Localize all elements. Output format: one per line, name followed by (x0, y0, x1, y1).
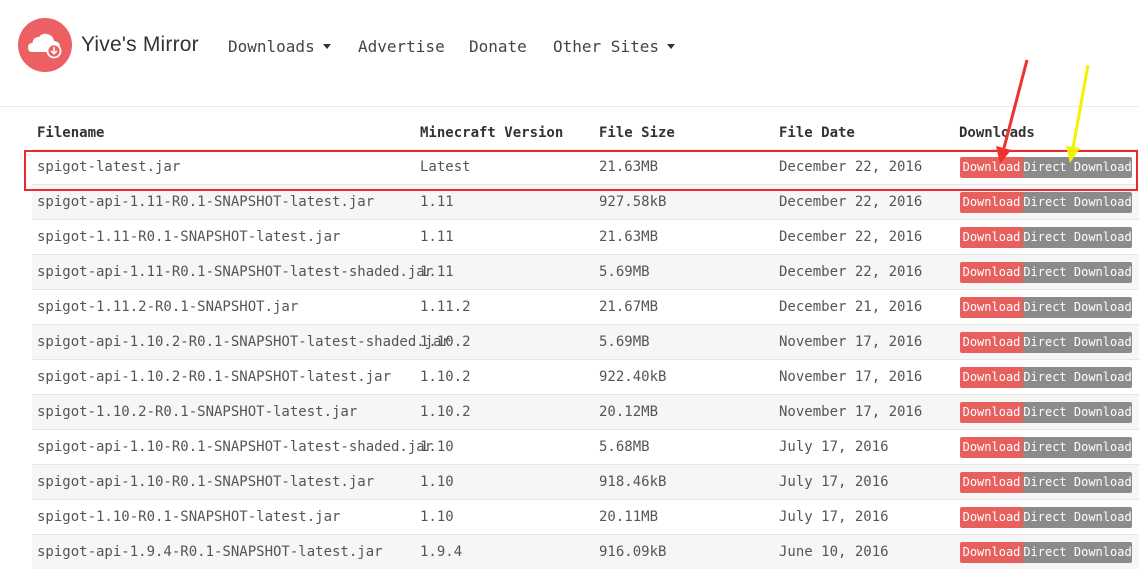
table-row: spigot-api-1.9.4-R0.1-SNAPSHOT-latest.ja… (32, 534, 1139, 569)
size-cell: 20.12MB (599, 404, 659, 420)
table-row: spigot-api-1.10.2-R0.1-SNAPSHOT-latest.j… (32, 359, 1139, 394)
table-row: spigot-1.10-R0.1-SNAPSHOT-latest.jar 1.10… (32, 499, 1139, 534)
direct-download-button[interactable]: Direct Download (1023, 472, 1132, 493)
version-cell: 1.9.4 (420, 544, 463, 560)
download-button[interactable]: Download (960, 472, 1023, 493)
chevron-down-icon (666, 44, 675, 49)
table-row: spigot-1.11.2-R0.1-SNAPSHOT.jar 1.11.2 21.… (32, 289, 1139, 324)
download-button[interactable]: Download (960, 227, 1023, 248)
version-cell: 1.10.2 (420, 334, 471, 350)
download-button[interactable]: Download (960, 367, 1023, 388)
date-cell: December 22, 2016 (779, 229, 923, 245)
nav-other-sites-label: Other Sites (553, 37, 659, 56)
size-cell: 5.69MB (599, 334, 650, 350)
chevron-down-icon (322, 44, 331, 49)
highlight-box (24, 150, 1138, 191)
download-button[interactable]: Download (960, 437, 1023, 458)
size-cell: 21.63MB (599, 229, 659, 245)
date-cell: July 17, 2016 (779, 509, 889, 525)
table-header: Filename Minecraft Version File Size Fil… (32, 115, 1139, 149)
filename-cell: spigot-api-1.10.2-R0.1-SNAPSHOT-latest.j… (37, 369, 392, 385)
filename-cell: spigot-api-1.10-R0.1-SNAPSHOT-latest-sha… (37, 439, 434, 455)
download-button[interactable]: Download (960, 507, 1023, 528)
header-size: File Size (599, 125, 675, 141)
nav-donate[interactable]: Donate (469, 37, 527, 56)
download-button[interactable]: Download (960, 402, 1023, 423)
date-cell: November 17, 2016 (779, 334, 923, 350)
filename-cell: spigot-api-1.9.4-R0.1-SNAPSHOT-latest.ja… (37, 544, 383, 560)
version-cell: 1.11 (420, 264, 454, 280)
header-version: Minecraft Version (420, 125, 564, 141)
filename-cell: spigot-api-1.11-R0.1-SNAPSHOT-latest-sha… (37, 264, 434, 280)
nav-downloads-label: Downloads (228, 37, 315, 56)
date-cell: December 22, 2016 (779, 194, 923, 210)
date-cell: November 17, 2016 (779, 404, 923, 420)
table-row: spigot-1.10.2-R0.1-SNAPSHOT-latest.jar 1.… (32, 394, 1139, 429)
cloud-download-icon[interactable] (18, 18, 72, 72)
date-cell: July 17, 2016 (779, 474, 889, 490)
direct-download-button[interactable]: Direct Download (1023, 507, 1132, 528)
version-cell: 1.10.2 (420, 404, 471, 420)
direct-download-button[interactable]: Direct Download (1023, 542, 1132, 563)
size-cell: 5.68MB (599, 439, 650, 455)
header-date: File Date (779, 125, 855, 141)
version-cell: 1.10 (420, 439, 454, 455)
brand-name[interactable]: Yive's Mirror (81, 33, 199, 57)
nav-advertise[interactable]: Advertise (358, 37, 445, 56)
direct-download-button[interactable]: Direct Download (1023, 367, 1132, 388)
header-downloads: Downloads (959, 125, 1035, 141)
direct-download-button[interactable]: Direct Download (1023, 297, 1132, 318)
download-button[interactable]: Download (960, 262, 1023, 283)
download-button[interactable]: Download (960, 297, 1023, 318)
navbar: Yive's Mirror Downloads Advertise Donate… (0, 0, 1139, 107)
date-cell: December 22, 2016 (779, 264, 923, 280)
direct-download-button[interactable]: Direct Download (1023, 332, 1132, 353)
size-cell: 5.69MB (599, 264, 650, 280)
size-cell: 916.09kB (599, 544, 667, 560)
table-row: spigot-api-1.11-R0.1-SNAPSHOT-latest-sha… (32, 254, 1139, 289)
filename-cell: spigot-1.10-R0.1-SNAPSHOT-latest.jar (37, 509, 341, 525)
version-cell: 1.10.2 (420, 369, 471, 385)
direct-download-button[interactable]: Direct Download (1023, 262, 1132, 283)
version-cell: 1.11 (420, 194, 454, 210)
date-cell: June 10, 2016 (779, 544, 889, 560)
filename-cell: spigot-1.10.2-R0.1-SNAPSHOT-latest.jar (37, 404, 358, 420)
direct-download-button[interactable]: Direct Download (1023, 437, 1132, 458)
size-cell: 918.46kB (599, 474, 667, 490)
size-cell: 927.58kB (599, 194, 667, 210)
table-row: spigot-api-1.10-R0.1-SNAPSHOT-latest.jar… (32, 464, 1139, 499)
download-button[interactable]: Download (960, 192, 1023, 213)
download-button[interactable]: Download (960, 332, 1023, 353)
table-row: spigot-1.11-R0.1-SNAPSHOT-latest.jar 1.11… (32, 219, 1139, 254)
table-row: spigot-api-1.10-R0.1-SNAPSHOT-latest-sha… (32, 429, 1139, 464)
direct-download-button[interactable]: Direct Download (1023, 402, 1132, 423)
table-row: spigot-api-1.10.2-R0.1-SNAPSHOT-latest-s… (32, 324, 1139, 359)
version-cell: 1.11 (420, 229, 454, 245)
date-cell: July 17, 2016 (779, 439, 889, 455)
size-cell: 20.11MB (599, 509, 659, 525)
nav-other-sites[interactable]: Other Sites (553, 37, 675, 56)
download-button[interactable]: Download (960, 542, 1023, 563)
filename-cell: spigot-api-1.11-R0.1-SNAPSHOT-latest.jar (37, 194, 375, 210)
filename-cell: spigot-1.11.2-R0.1-SNAPSHOT.jar (37, 299, 299, 315)
direct-download-button[interactable]: Direct Download (1023, 227, 1132, 248)
date-cell: December 21, 2016 (779, 299, 923, 315)
version-cell: 1.10 (420, 474, 454, 490)
size-cell: 21.67MB (599, 299, 659, 315)
filename-cell: spigot-api-1.10.2-R0.1-SNAPSHOT-latest-s… (37, 334, 451, 350)
filename-cell: spigot-api-1.10-R0.1-SNAPSHOT-latest.jar (37, 474, 375, 490)
version-cell: 1.11.2 (420, 299, 471, 315)
header-filename: Filename (37, 125, 105, 141)
version-cell: 1.10 (420, 509, 454, 525)
date-cell: November 17, 2016 (779, 369, 923, 385)
nav-downloads[interactable]: Downloads (228, 37, 331, 56)
size-cell: 922.40kB (599, 369, 667, 385)
filename-cell: spigot-1.11-R0.1-SNAPSHOT-latest.jar (37, 229, 341, 245)
direct-download-button[interactable]: Direct Download (1023, 192, 1132, 213)
